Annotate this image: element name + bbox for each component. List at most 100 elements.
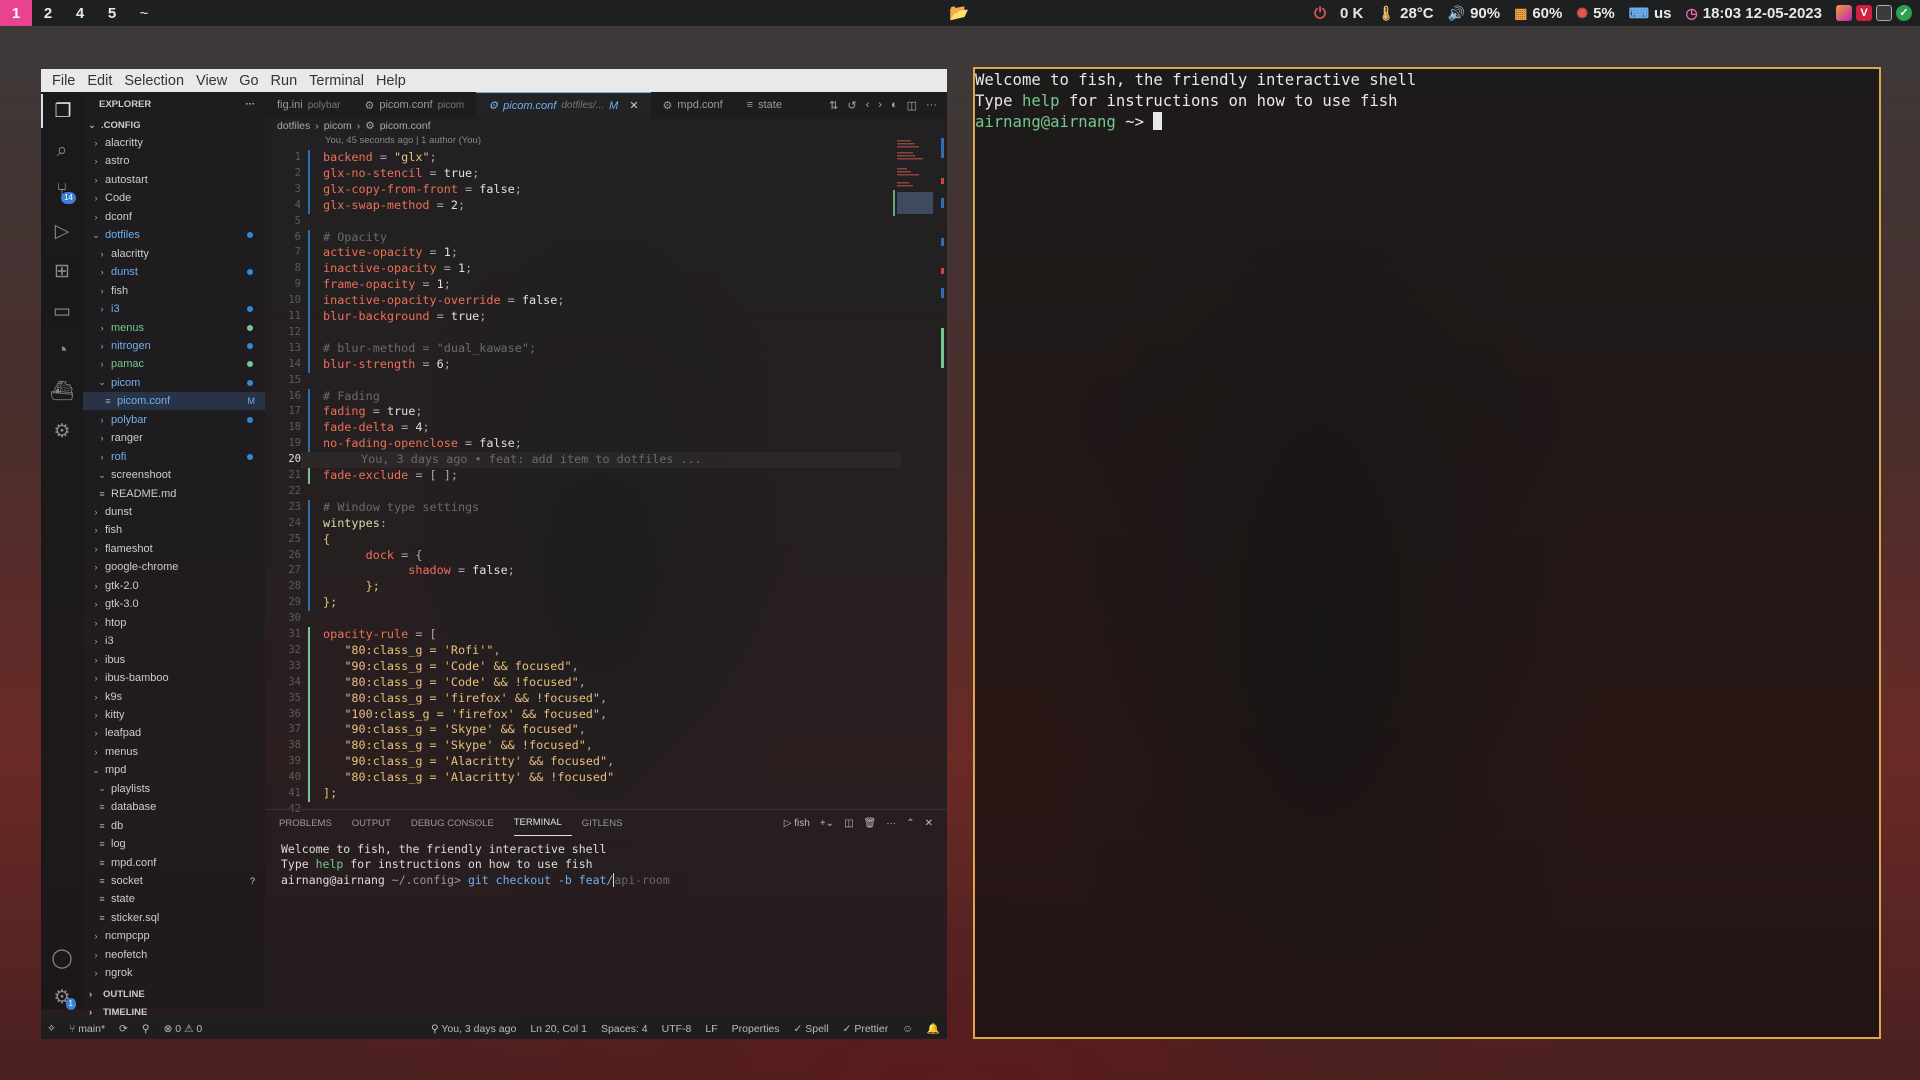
tree-folder[interactable]: › astro — [83, 152, 265, 170]
gitlens-icon[interactable]: ◔ — [41, 334, 83, 368]
tree-file[interactable]: ≡ db — [83, 817, 265, 835]
trash-icon[interactable]: 🗑 — [864, 818, 877, 829]
codelens-blame[interactable]: You, 45 seconds ago | 1 author (You) — [325, 135, 481, 146]
menu-go[interactable]: Go — [233, 73, 264, 89]
tree-folder[interactable]: › menus — [83, 319, 265, 337]
keyboard-widget[interactable]: ⌨ us — [1629, 5, 1672, 22]
explorer-icon[interactable]: ❐ — [41, 94, 83, 128]
tree-folder[interactable]: › google-chrome — [83, 558, 265, 576]
menu-view[interactable]: View — [190, 73, 233, 89]
split-editor-icon[interactable]: ◫ — [907, 99, 917, 112]
tree-folder[interactable]: › rofi — [83, 448, 265, 466]
tree-folder[interactable]: › alacritty — [83, 245, 265, 263]
compare-icon[interactable]: ⇅ — [829, 99, 838, 112]
tab-debug-console[interactable]: DEBUG CONSOLE — [411, 810, 504, 836]
spell-status[interactable]: ✓ Spell — [787, 1023, 836, 1035]
tree-folder[interactable]: › neofetch — [83, 946, 265, 964]
tree-folder[interactable]: › dunst — [83, 503, 265, 521]
breadcrumb-item[interactable]: picom — [324, 120, 352, 132]
tab-picom-conf-dotfiles[interactable]: ⚙ picom.conf dotfiles/... M ✕ — [476, 92, 651, 118]
menu-selection[interactable]: Selection — [118, 73, 190, 89]
tab-picom-conf[interactable]: ⚙ picom.conf picom — [353, 92, 477, 118]
integrated-terminal[interactable]: Welcome to fish, the friendly interactiv… — [281, 842, 670, 888]
terminal-window[interactable]: Welcome to fish, the friendly interactiv… — [973, 67, 1881, 1039]
menu-file[interactable]: File — [46, 73, 81, 89]
tree-folder[interactable]: ⌄ mpd — [83, 761, 265, 779]
more-actions-icon[interactable]: ··· — [926, 99, 937, 111]
feedback-icon[interactable]: ☺ — [895, 1023, 920, 1035]
language-mode[interactable]: Properties — [725, 1023, 787, 1035]
workspace-home[interactable]: ~ — [128, 0, 160, 26]
tree-folder[interactable]: › i3 — [83, 300, 265, 318]
tab-output[interactable]: OUTPUT — [352, 810, 401, 836]
tab-polybar-config[interactable]: fig.ini polybar — [265, 92, 353, 118]
display-tray-icon[interactable] — [1876, 5, 1892, 21]
power-icon[interactable]: ⏻ — [1314, 5, 1326, 22]
tree-folder[interactable]: › autostart — [83, 171, 265, 189]
overview-ruler[interactable] — [941, 138, 944, 368]
tree-folder[interactable]: › alacritty — [83, 134, 265, 152]
tree-file[interactable]: ≡ socket? — [83, 872, 265, 890]
outline-section[interactable]: › OUTLINE — [83, 985, 265, 1003]
search-icon[interactable]: ⌕ — [41, 134, 83, 168]
tree-folder[interactable]: › Code — [83, 189, 265, 207]
tree-folder[interactable]: › fish — [83, 521, 265, 539]
root-folder[interactable]: ⌄ .CONFIG — [83, 116, 265, 134]
tree-folder[interactable]: › menus — [83, 743, 265, 761]
workspace-1[interactable]: 1 — [0, 0, 32, 26]
menu-edit[interactable]: Edit — [81, 73, 118, 89]
docker-icon[interactable]: ⛴ — [41, 374, 83, 408]
tree-folder[interactable]: › ngrok — [83, 964, 265, 982]
tree-folder[interactable]: › ranger — [83, 429, 265, 447]
minimap[interactable] — [893, 138, 937, 216]
tree-file[interactable]: ≡ mpd.conf — [83, 854, 265, 872]
tree-folder[interactable]: › ibus-bamboo — [83, 669, 265, 687]
tree-folder[interactable]: › ncmpcpp — [83, 927, 265, 945]
tab-state[interactable]: ≡ state — [735, 92, 794, 118]
tree-folder[interactable]: ⌄ screenshoot — [83, 466, 265, 484]
maximize-panel-icon[interactable]: ⌃ — [906, 818, 914, 829]
folder-icon[interactable]: 📂 — [949, 3, 969, 23]
tree-folder[interactable]: › fish — [83, 282, 265, 300]
tree-folder[interactable]: ⌄ picom — [83, 374, 265, 392]
tree-folder[interactable]: › kitty — [83, 706, 265, 724]
extensions-icon[interactable]: ⊞ — [41, 254, 83, 288]
tab-gitlens[interactable]: GITLENS — [582, 810, 633, 836]
tree-folder[interactable]: › gtk-3.0 — [83, 595, 265, 613]
workspace-2[interactable]: 2 — [32, 0, 64, 26]
terminal-selector[interactable]: ▷ fish — [784, 818, 810, 829]
more-actions-icon[interactable]: ··· — [246, 99, 256, 110]
end-of-line[interactable]: LF — [698, 1023, 724, 1035]
close-panel-icon[interactable]: ✕ — [925, 818, 933, 829]
problems-indicator[interactable]: ⊗ 0 ⚠ 0 — [157, 1023, 210, 1035]
tree-folder[interactable]: › gtk-2.0 — [83, 577, 265, 595]
back-icon[interactable]: ‹ — [866, 99, 870, 111]
gitlens-status-icon[interactable]: ⚲ — [135, 1023, 157, 1035]
breadcrumb-item[interactable]: picom.conf — [380, 120, 431, 132]
tree-file[interactable]: ≡ log — [83, 835, 265, 853]
tree-folder[interactable]: › dconf — [83, 208, 265, 226]
indentation[interactable]: Spaces: 4 — [594, 1023, 655, 1035]
tree-file[interactable]: ≡ sticker.sql — [83, 909, 265, 927]
tree-folder[interactable]: › k9s — [83, 688, 265, 706]
split-terminal-icon[interactable]: ◫ — [844, 818, 853, 829]
tree-folder[interactable]: › pamac — [83, 355, 265, 373]
remote-explorer-icon[interactable]: ▭ — [41, 294, 83, 328]
bell-icon[interactable]: 🔔 — [920, 1022, 947, 1035]
source-control-icon[interactable]: ⑂ 14 — [41, 174, 83, 208]
vivaldi-tray-icon[interactable]: V — [1856, 5, 1872, 21]
tree-folder[interactable]: ⌄ dotfiles — [83, 226, 265, 244]
blame-status[interactable]: ⚲ You, 3 days ago — [424, 1023, 523, 1035]
new-terminal-icon[interactable]: +⌄ — [820, 818, 834, 829]
history-icon[interactable]: ↺ — [847, 99, 856, 112]
check-tray-icon[interactable]: ✓ — [1896, 5, 1912, 21]
manage-gear-icon[interactable]: ⚙ 1 — [41, 980, 83, 1014]
remote-icon[interactable]: ⟡ — [41, 1022, 62, 1035]
branch-indicator[interactable]: ⑂ main* — [62, 1023, 112, 1035]
tray-app-icon[interactable] — [1836, 5, 1852, 21]
tab-problems[interactable]: PROBLEMS — [279, 810, 342, 836]
tree-folder[interactable]: › flameshot — [83, 540, 265, 558]
prettier-status[interactable]: ✓ Prettier — [836, 1023, 896, 1035]
workspace-4[interactable]: 4 — [64, 0, 96, 26]
code-editor[interactable]: 1 backend = "glx"; 2 glx-no-stencil = true;… — [265, 150, 947, 815]
